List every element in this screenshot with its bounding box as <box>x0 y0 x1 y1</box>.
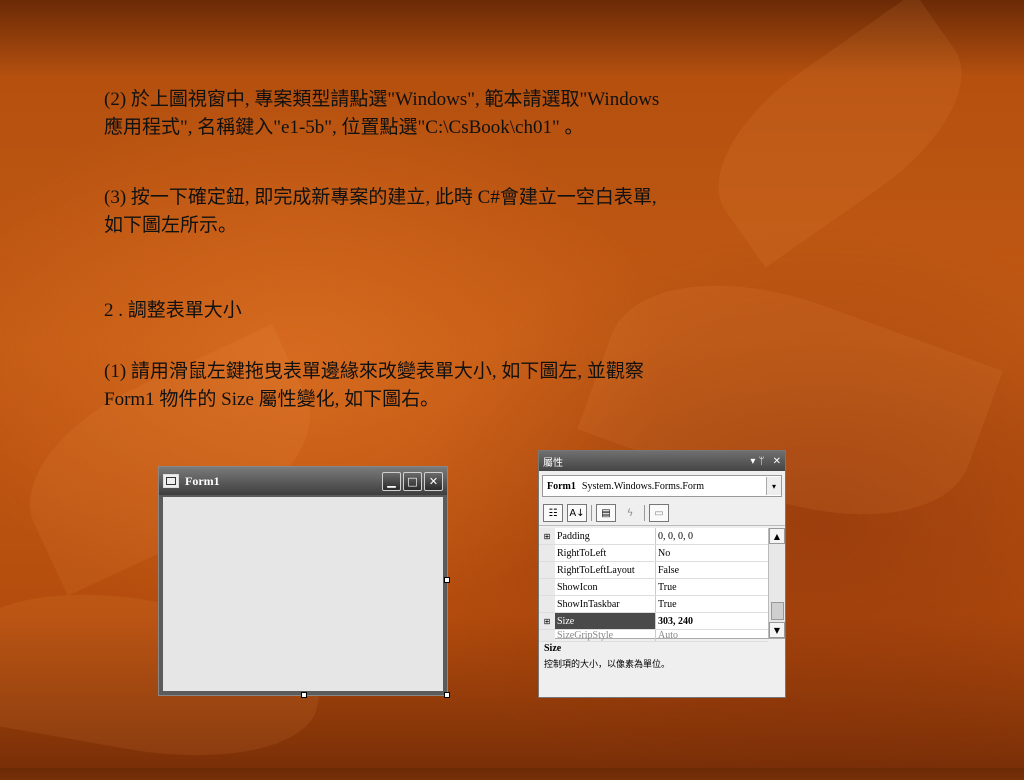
property-value[interactable]: 0, 0, 0, 0 <box>655 528 768 545</box>
property-scrollbar[interactable]: ▲ ▼ <box>768 528 785 638</box>
text-line: (3) 按一下確定鈕, 即完成新專案的建立, 此時 C#會建立一空白表單, <box>104 187 657 208</box>
property-row[interactable]: ShowIcon True <box>539 578 768 596</box>
property-name: SizeGripStyle <box>555 629 656 642</box>
property-value[interactable]: True <box>655 578 768 596</box>
expand-icon <box>539 629 555 642</box>
property-row[interactable]: ⊞ Padding 0, 0, 0, 0 <box>539 528 768 545</box>
categorized-button[interactable]: ☷ <box>543 504 563 522</box>
properties-title: 屬性 <box>543 457 563 469</box>
close-button[interactable]: ✕ <box>424 471 443 491</box>
expand-icon <box>539 561 555 579</box>
description-title: Size <box>544 643 562 654</box>
expand-icon[interactable]: ⊞ <box>539 528 555 545</box>
property-value[interactable]: 303, 240 <box>655 612 768 630</box>
expand-icon <box>539 578 555 596</box>
toolbar-separator <box>644 505 645 521</box>
object-selector[interactable]: Form1 System.Windows.Forms.Form ▾ <box>542 475 782 497</box>
property-value[interactable]: No <box>655 544 768 562</box>
properties-button[interactable]: ▤ <box>596 504 616 522</box>
close-icon[interactable]: ✕ <box>773 456 781 467</box>
resize-handle-corner[interactable] <box>444 692 450 698</box>
property-row-selected[interactable]: ⊞ Size 303, 240 <box>539 612 768 630</box>
paragraph-step-2: (2) 於上圖視窗中, 專案類型請點選"Windows", 範本請選取"Wind… <box>104 86 864 142</box>
pin-icon[interactable]: ▾ ᛘ <box>750 456 764 467</box>
property-value[interactable]: Auto <box>655 629 768 642</box>
property-row[interactable]: SizeGripStyle Auto <box>539 629 768 642</box>
maximize-button[interactable]: □ <box>403 471 422 491</box>
property-row[interactable]: ShowInTaskbar True <box>539 595 768 613</box>
paragraph-step-3: (3) 按一下確定鈕, 即完成新專案的建立, 此時 C#會建立一空白表單, 如下… <box>104 184 864 240</box>
form1-title: Form1 <box>185 473 220 488</box>
property-name: ShowInTaskbar <box>555 595 656 613</box>
properties-toolbar: ☷ A↓ ▤ ϟ ▭ <box>539 501 785 526</box>
description-text: 控制項的大小，以像素為單位。 <box>544 660 671 670</box>
property-value[interactable]: False <box>655 561 768 579</box>
toolbar-separator <box>591 505 592 521</box>
object-type: System.Windows.Forms.Form <box>581 480 704 492</box>
property-row[interactable]: RightToLeftLayout False <box>539 561 768 579</box>
form1-client-area[interactable] <box>163 497 443 691</box>
minimize-button[interactable]: ▁ <box>382 471 401 491</box>
properties-window[interactable]: 屬性 ▾ ᛘ ✕ Form1 System.Windows.Forms.Form… <box>538 450 786 698</box>
section-heading: 2 . 調整表單大小 <box>104 297 864 325</box>
resize-handle-right[interactable] <box>444 577 450 583</box>
paragraph-step-1: (1) 請用滑鼠左鍵拖曳表單邊緣來改變表單大小, 如下圖左, 並觀察 Form1… <box>104 358 864 414</box>
property-table: ⊞ Padding 0, 0, 0, 0 RightToLeft No Righ… <box>539 528 768 642</box>
property-pages-button[interactable]: ▭ <box>649 504 669 522</box>
text-line: (2) 於上圖視窗中, 專案類型請點選"Windows", 範本請選取"Wind… <box>104 89 660 110</box>
scroll-up-icon[interactable]: ▲ <box>769 528 785 544</box>
property-row[interactable]: RightToLeft No <box>539 544 768 562</box>
property-grid: ⊞ Padding 0, 0, 0, 0 RightToLeft No Righ… <box>539 528 785 642</box>
form-icon <box>163 474 179 488</box>
property-value[interactable]: True <box>655 595 768 613</box>
description-pane: Size 控制項的大小，以像素為單位。 <box>539 639 785 674</box>
scroll-thumb[interactable] <box>771 602 784 620</box>
properties-title-bar[interactable]: 屬性 ▾ ᛘ ✕ <box>539 451 785 471</box>
text-line: 應用程式", 名稱鍵入"e1-5b", 位置點選"C:\CsBook\ch01"… <box>104 117 584 138</box>
text-line: (1) 請用滑鼠左鍵拖曳表單邊緣來改變表單大小, 如下圖左, 並觀察 <box>104 361 644 382</box>
expand-icon <box>539 544 555 562</box>
expand-icon[interactable]: ⊞ <box>539 612 555 630</box>
property-name: RightToLeft <box>555 544 656 562</box>
form1-title-bar[interactable]: Form1 ▁ □ ✕ <box>159 467 447 495</box>
object-name: Form1 <box>547 480 576 492</box>
scroll-down-icon[interactable]: ▼ <box>769 622 785 638</box>
property-name: Size <box>555 612 656 630</box>
text-line: Form1 物件的 Size 屬性變化, 如下圖右。 <box>104 389 440 410</box>
events-button[interactable]: ϟ <box>620 504 640 522</box>
property-name: RightToLeftLayout <box>555 561 656 579</box>
heading-text: 2 . 調整表單大小 <box>104 300 242 321</box>
property-name: ShowIcon <box>555 578 656 596</box>
chevron-down-icon[interactable]: ▾ <box>766 477 781 495</box>
expand-icon <box>539 595 555 613</box>
form1-window[interactable]: Form1 ▁ □ ✕ <box>158 466 450 698</box>
text-line: 如下圖左所示。 <box>104 215 238 236</box>
property-name: Padding <box>555 528 656 545</box>
resize-handle-bottom[interactable] <box>301 692 307 698</box>
alphabetical-button[interactable]: A↓ <box>567 504 587 522</box>
